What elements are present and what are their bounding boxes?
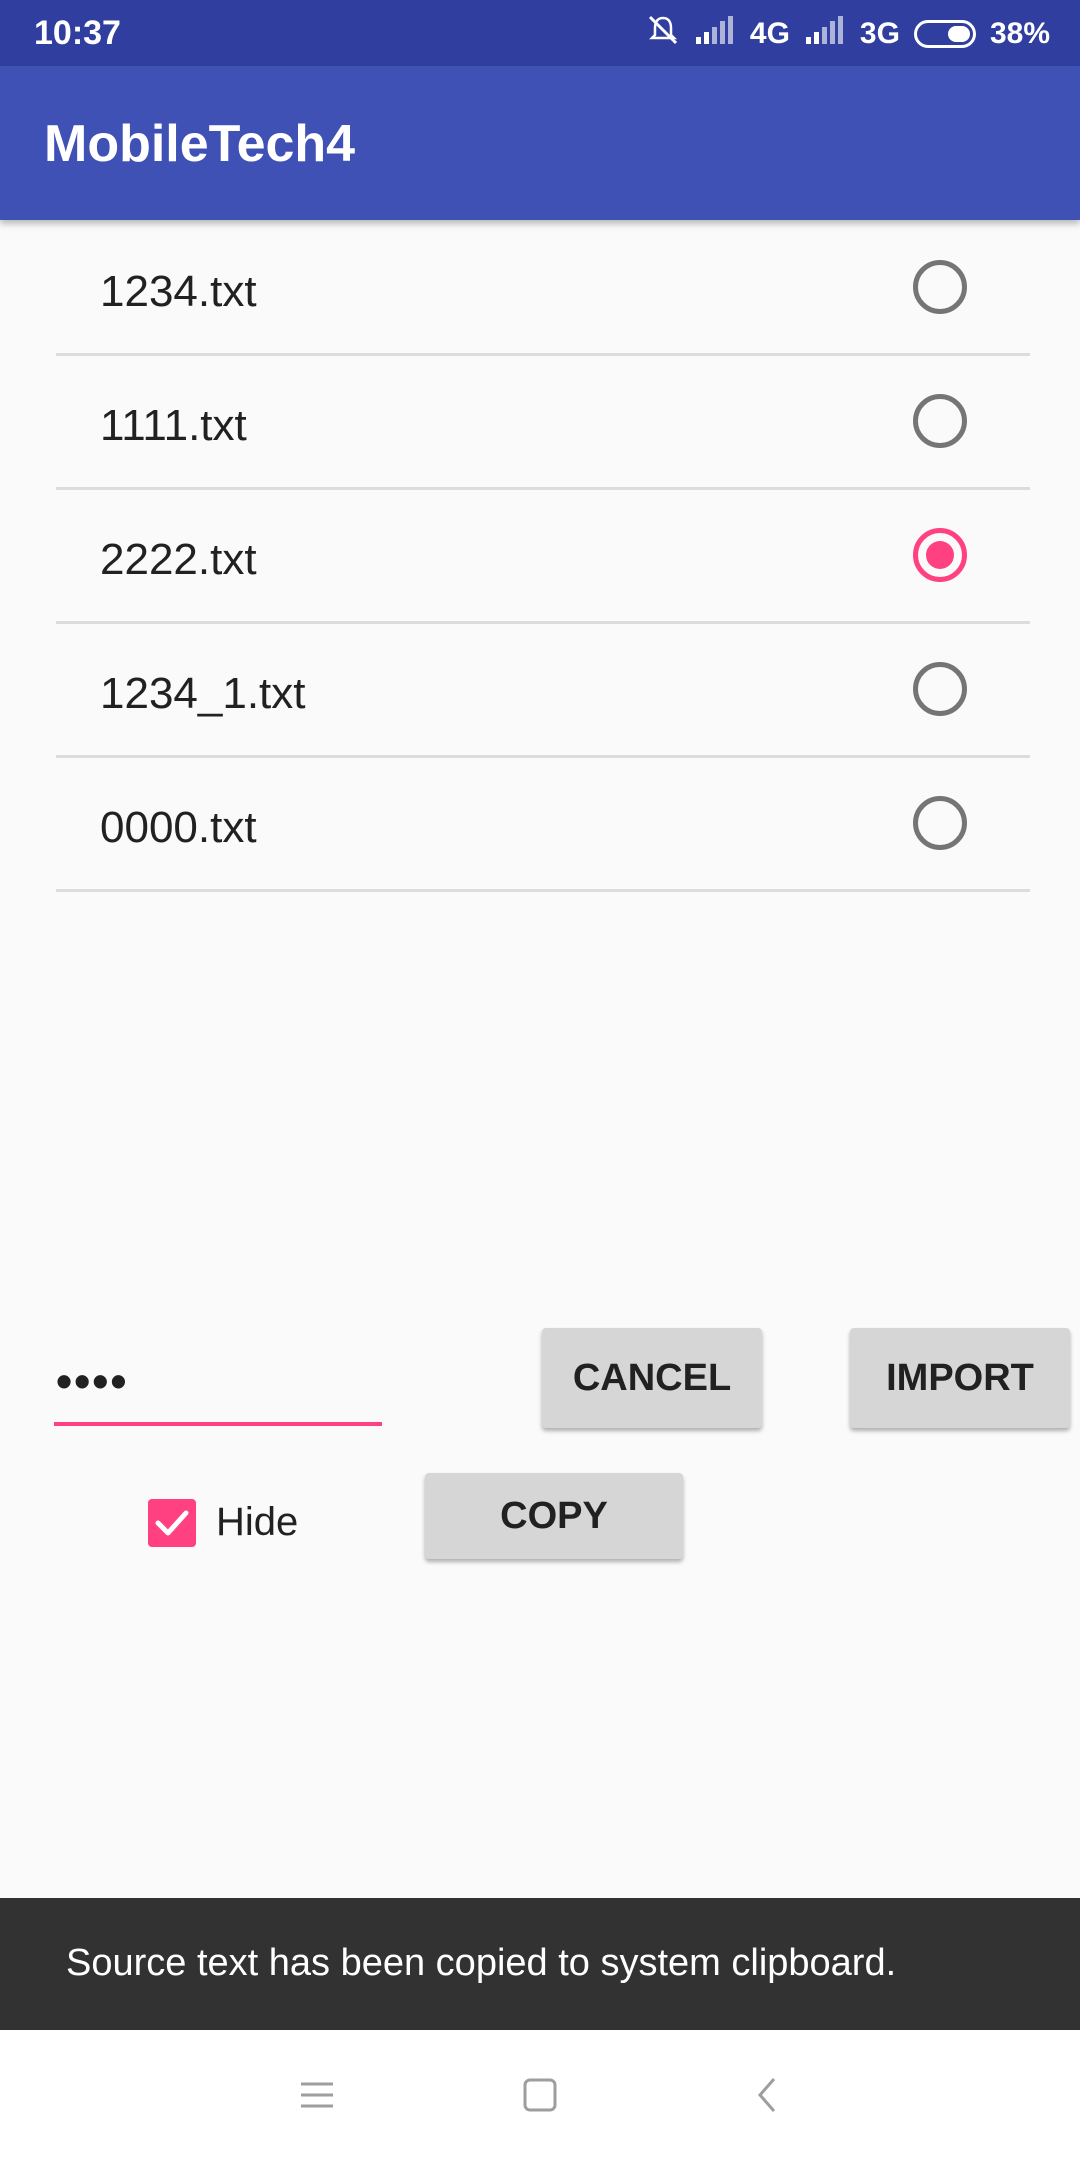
list-item[interactable]: 0000.txt bbox=[56, 758, 1030, 892]
radio-button[interactable] bbox=[913, 394, 967, 448]
list-item[interactable]: 1234.txt bbox=[56, 222, 1030, 356]
check-icon bbox=[155, 1510, 189, 1536]
import-button[interactable]: IMPORT bbox=[850, 1328, 1070, 1428]
file-name: 0000.txt bbox=[100, 803, 257, 852]
signal-icon bbox=[804, 15, 846, 53]
home-square-icon[interactable] bbox=[505, 2060, 575, 2130]
battery-label: 38% bbox=[989, 17, 1050, 50]
list-item[interactable]: 1111.txt bbox=[56, 356, 1030, 490]
status-icons: 4G 3G 38% bbox=[646, 12, 1050, 56]
signal-icon bbox=[694, 15, 736, 53]
list-item[interactable]: 1234_1.txt bbox=[56, 624, 1030, 758]
radio-button-selected[interactable] bbox=[913, 528, 967, 582]
app-title: MobileTech4 bbox=[44, 115, 356, 173]
status-bar: 10:37 4G 3G 38% bbox=[0, 0, 1080, 66]
back-chevron-icon[interactable] bbox=[732, 2060, 802, 2130]
file-name: 1234.txt bbox=[100, 267, 257, 316]
hide-checkbox[interactable] bbox=[148, 1499, 196, 1547]
password-value: •••• bbox=[56, 1355, 129, 1407]
radio-button[interactable] bbox=[913, 260, 967, 314]
hide-label[interactable]: Hide bbox=[216, 1500, 298, 1545]
app-bar: MobileTech4 bbox=[0, 66, 1080, 220]
list-item[interactable]: 2222.txt bbox=[56, 490, 1030, 624]
file-name: 2222.txt bbox=[100, 535, 257, 584]
menu-icon[interactable] bbox=[282, 2060, 352, 2130]
bell-off-icon bbox=[646, 13, 680, 55]
radio-button[interactable] bbox=[913, 662, 967, 716]
battery-icon bbox=[913, 20, 976, 48]
snackbar-message: Source text has been copied to system cl… bbox=[66, 1942, 897, 1984]
radio-button[interactable] bbox=[913, 796, 967, 850]
file-list: 1234.txt 1111.txt 2222.txt 1234_1.txt 00… bbox=[56, 222, 1030, 892]
file-name: 1234_1.txt bbox=[100, 669, 306, 718]
snackbar: Source text has been copied to system cl… bbox=[0, 1898, 1080, 2030]
password-field[interactable]: •••• bbox=[54, 1340, 382, 1426]
file-name: 1111.txt bbox=[100, 401, 247, 450]
status-time: 10:37 bbox=[34, 14, 121, 52]
network-1-label: 4G bbox=[749, 17, 790, 50]
cancel-button[interactable]: CANCEL bbox=[542, 1328, 762, 1428]
copy-button[interactable]: COPY bbox=[425, 1473, 683, 1559]
nav-bar bbox=[0, 2030, 1080, 2160]
network-2-label: 3G bbox=[859, 17, 900, 50]
screen: 10:37 4G 3G 38% MobileTech4 1234.txt 111… bbox=[0, 0, 1080, 2160]
